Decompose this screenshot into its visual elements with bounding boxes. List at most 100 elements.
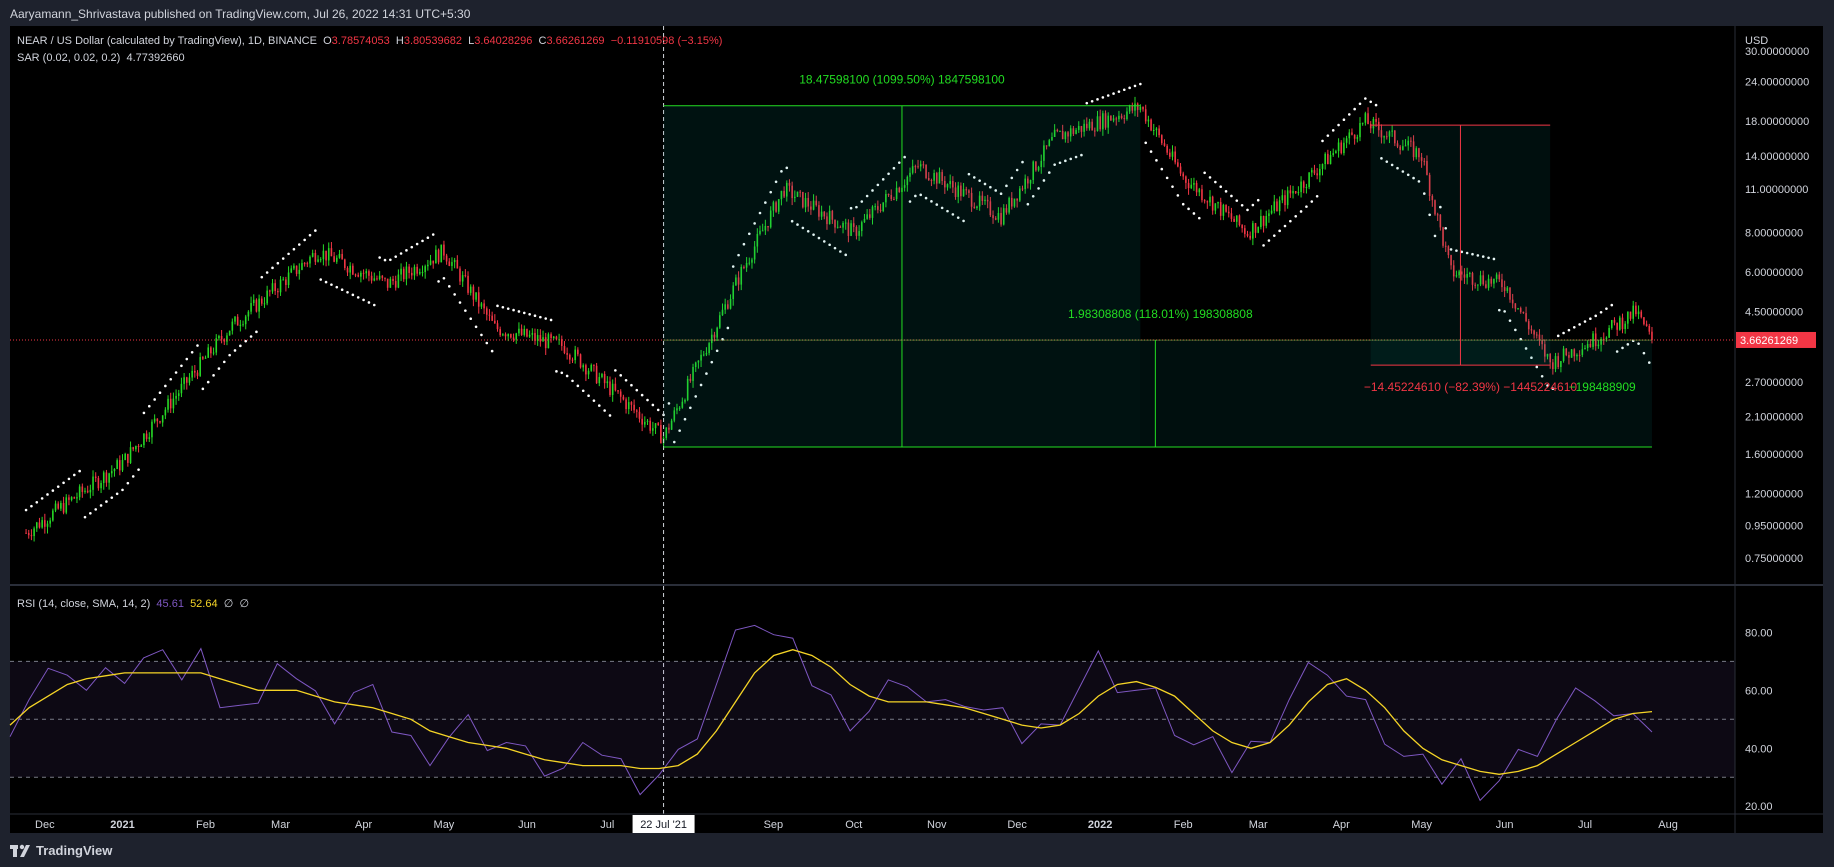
candle-body: [630, 402, 633, 405]
candle-body: [1635, 305, 1637, 315]
measure-2-label: 1.98308808 (118.01%) 198308808: [1068, 307, 1253, 321]
candle-body: [555, 336, 558, 340]
open-label: O: [323, 35, 332, 47]
candle-body: [212, 352, 215, 354]
sar-dot: [142, 411, 146, 415]
sar-dot: [1117, 90, 1121, 93]
candle-body: [317, 259, 319, 262]
candle-body: [360, 272, 362, 277]
sar-dot: [1305, 205, 1308, 208]
price-tick-label: 8.00000000: [1745, 228, 1803, 240]
candle-body: [437, 249, 440, 263]
sar-dot: [228, 353, 231, 357]
candle-body: [1351, 132, 1353, 135]
sar-dot: [201, 387, 205, 391]
time-tick-label: May: [434, 819, 455, 831]
time-tick-label: Sep: [764, 819, 784, 831]
candle-body: [475, 292, 477, 300]
candle-body: [595, 365, 598, 384]
sar-dot: [131, 475, 135, 478]
time-tick-label: Oct: [845, 819, 862, 831]
candle-body: [279, 279, 282, 293]
candle-body: [1621, 317, 1624, 330]
chart-canvas[interactable]: 18.47598100 (1099.50%) 1847598100 1.98308…: [0, 0, 1834, 867]
candle-body: [598, 377, 601, 384]
sar-dot: [1337, 123, 1340, 127]
candle-body: [483, 303, 485, 309]
sar-dot: [330, 283, 333, 286]
candle-body: [303, 263, 306, 265]
candle-body: [119, 460, 121, 471]
candle-body: [60, 503, 62, 509]
candle-body: [494, 320, 496, 324]
candle-body: [1335, 151, 1337, 154]
time-tick-label: Dec: [1007, 819, 1027, 831]
price-tick-label: 11.00000000: [1745, 184, 1808, 196]
candle-body: [1235, 215, 1238, 222]
candle-body: [1348, 132, 1351, 139]
candle-body: [1337, 142, 1340, 152]
candle-body: [172, 398, 175, 409]
sar-dot: [1331, 129, 1335, 132]
candle-body: [1190, 184, 1193, 189]
candle-body: [177, 393, 180, 396]
candle-body: [368, 271, 370, 276]
sar-dot: [1224, 190, 1228, 193]
candle-body: [226, 335, 228, 342]
sar-dot: [1144, 141, 1148, 145]
candle-body: [1257, 227, 1260, 233]
sar-dot: [239, 344, 242, 348]
candle-body: [1332, 153, 1335, 156]
candle-body: [453, 259, 456, 263]
candle-body: [76, 497, 78, 499]
candle-body: [416, 266, 418, 274]
price-tick-label: 2.10000000: [1745, 411, 1803, 423]
sar-dot: [646, 398, 649, 402]
low-value: 3.64028296: [474, 35, 533, 47]
candle-body: [287, 272, 290, 285]
sar-dot: [1208, 176, 1212, 179]
sar-dot: [603, 409, 606, 412]
sar-dot: [490, 349, 494, 353]
candle-body: [1217, 202, 1219, 204]
sar-dot: [1112, 92, 1115, 95]
candle-body: [1270, 210, 1273, 214]
sar-dot: [415, 242, 419, 246]
sar-dot: [153, 398, 156, 401]
candle-body: [124, 453, 126, 461]
sar-dot: [517, 310, 521, 313]
candle-body: [1645, 324, 1648, 326]
sar-dot: [276, 261, 280, 265]
rsi-extra-1: ∅: [223, 598, 234, 610]
candle-body: [654, 423, 657, 429]
candle-body: [86, 490, 89, 493]
candle-body: [204, 357, 207, 359]
candle-body: [1158, 128, 1160, 136]
candle-body: [169, 398, 172, 409]
sar-dot: [137, 468, 140, 471]
candle-body: [338, 253, 341, 258]
candle-body: [1150, 119, 1152, 131]
candle-body: [1324, 153, 1326, 165]
price-tick-label: 4.50000000: [1745, 307, 1803, 319]
candle-body: [467, 275, 469, 293]
price-tick-label: 0.75000000: [1745, 553, 1803, 565]
sar-dot: [480, 333, 483, 337]
sar-dot: [1358, 102, 1362, 106]
candle-body: [504, 334, 507, 337]
candle-body: [1619, 317, 1621, 330]
sar-dot: [206, 380, 210, 384]
time-tick-label: May: [1411, 819, 1432, 831]
sar-dot: [464, 309, 467, 312]
candle-body: [512, 337, 515, 340]
candle-body: [1225, 204, 1227, 212]
candle-body: [121, 460, 124, 471]
tradingview-logo[interactable]: TradingView: [10, 841, 112, 859]
candle-body: [1316, 173, 1318, 176]
candle-body: [151, 421, 153, 438]
candle-body: [242, 324, 244, 326]
candle-body: [1286, 190, 1289, 206]
sar-dot: [576, 384, 580, 388]
candle-body: [1163, 143, 1166, 146]
candle-body: [35, 522, 38, 529]
